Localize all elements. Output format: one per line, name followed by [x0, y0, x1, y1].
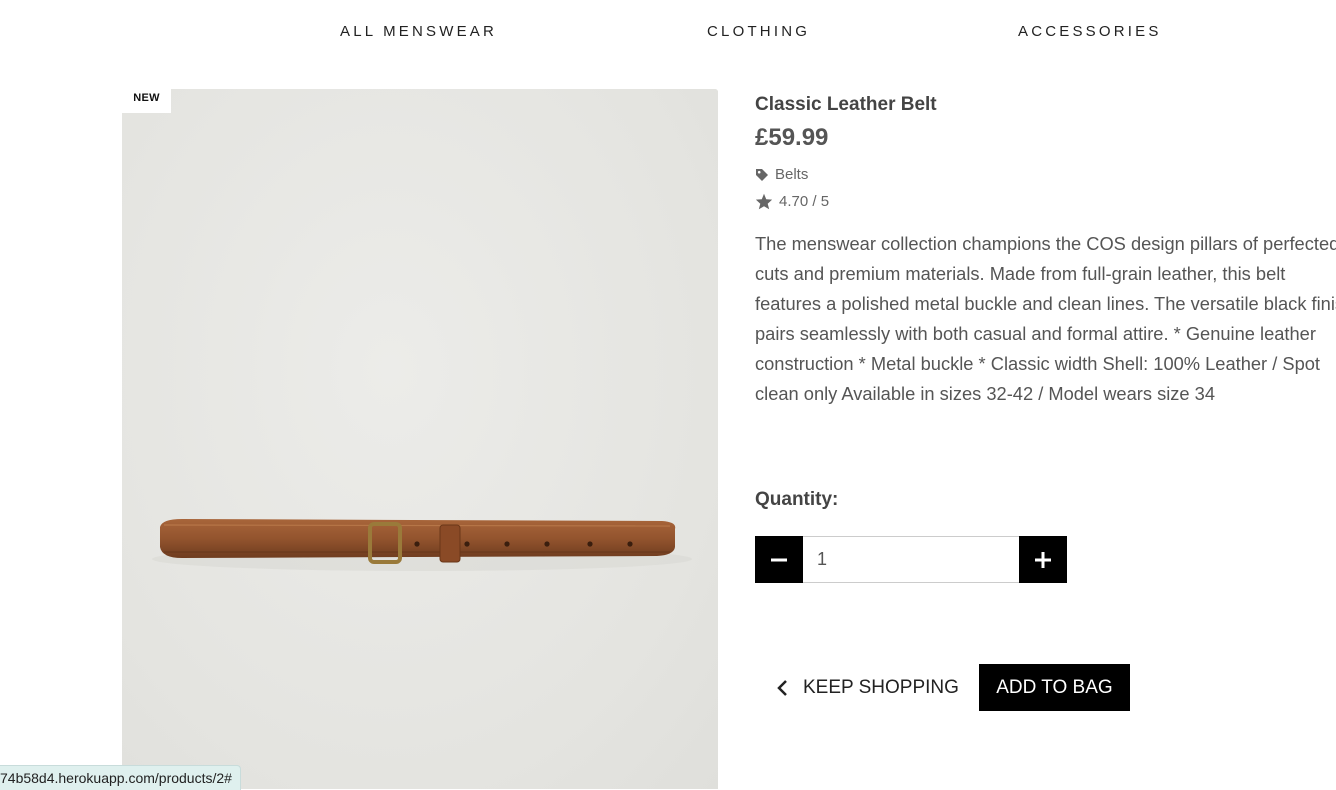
nav-clothing[interactable]: CLOTHING	[707, 23, 810, 40]
keep-shopping-link[interactable]: KEEP SHOPPING	[775, 677, 959, 699]
main-nav: ALL MENSWEAR CLOTHING ACCESSORIES	[0, 0, 1336, 64]
new-badge: NEW	[122, 89, 171, 113]
status-bar-url: 74b58d4.herokuapp.com/products/2#	[0, 765, 241, 790]
chevron-left-icon	[777, 679, 787, 696]
star-icon	[755, 193, 773, 210]
belt-illustration	[152, 519, 692, 571]
tag-icon	[756, 168, 768, 181]
product-description: The menswear collection champions the CO…	[755, 233, 1336, 404]
product-category: Belts	[755, 166, 1336, 183]
quantity-stepper	[755, 536, 1067, 583]
rating-label: 4.70 / 5	[779, 193, 830, 210]
quantity-input[interactable]	[803, 536, 1019, 583]
category-label[interactable]: Belts	[775, 166, 808, 183]
product-rating: 4.70 / 5	[755, 193, 1336, 210]
nav-all-menswear[interactable]: ALL MENSWEAR	[340, 23, 497, 40]
decrement-button[interactable]	[755, 536, 803, 583]
plus-icon	[1035, 551, 1051, 568]
product-info: Classic Leather Belt £59.99 Belts 4.70 /…	[755, 92, 1336, 409]
nav-accessories[interactable]: ACCESSORIES	[1018, 23, 1162, 40]
product-actions: KEEP SHOPPING ADD TO BAG	[775, 664, 1130, 711]
keep-shopping-label: KEEP SHOPPING	[803, 676, 959, 698]
minus-icon	[771, 558, 787, 561]
increment-button[interactable]	[1019, 536, 1067, 583]
add-to-bag-button[interactable]: ADD TO BAG	[978, 664, 1130, 711]
product-title: Classic Leather Belt	[755, 94, 937, 115]
product-price: £59.99	[755, 124, 829, 151]
product-image	[122, 89, 718, 789]
quantity-label: Quantity:	[755, 489, 839, 510]
